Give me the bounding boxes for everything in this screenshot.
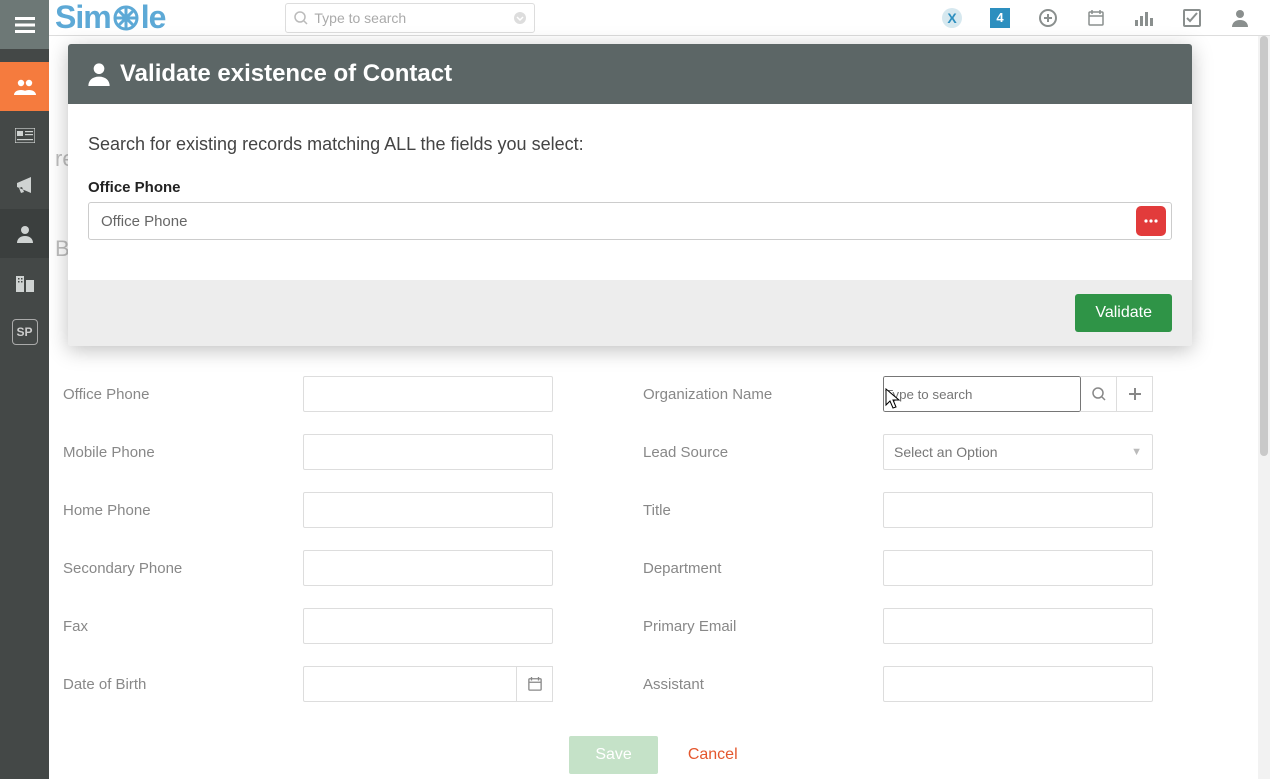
label-office-phone: Office Phone [63,386,303,403]
input-mobile-phone[interactable] [303,434,553,470]
label-fax: Fax [63,618,303,635]
notification-badge[interactable]: 4 [990,8,1010,28]
input-home-phone[interactable] [303,492,553,528]
search-icon [294,11,308,25]
chart-icon[interactable] [1134,8,1154,28]
select-lead-source-value: Select an Option [894,444,998,460]
sidebar-item-buildings[interactable] [0,258,49,307]
label-lead-source: Lead Source [643,444,883,461]
top-header: Simple Sim le X 4 [49,0,1270,36]
input-secondary-phone[interactable] [303,550,553,586]
person-icon [88,62,110,86]
input-assistant[interactable] [883,666,1153,702]
save-button[interactable]: Save [569,736,657,774]
sidebar-item-id-card[interactable] [0,111,49,160]
label-home-phone: Home Phone [63,502,303,519]
label-title: Title [643,502,883,519]
add-icon[interactable] [1038,8,1058,28]
label-mobile-phone: Mobile Phone [63,444,303,461]
input-primary-email[interactable] [883,608,1153,644]
label-secondary-phone: Secondary Phone [63,560,303,577]
checkbox-icon[interactable] [1182,8,1202,28]
calendar-icon[interactable] [1086,8,1106,28]
hamburger-menu[interactable] [0,0,49,49]
label-dob: Date of Birth [63,676,303,693]
select-lead-source[interactable]: Select an Option ▼ [883,434,1153,470]
modal-header: Validate existence of Contact [68,44,1192,104]
modal-field-label: Office Phone [88,179,1172,196]
brand-logo: Simple Sim le [55,0,165,36]
sidebar-item-user[interactable] [0,209,49,258]
dob-calendar-button[interactable] [517,666,553,702]
input-organization[interactable] [883,376,1081,412]
org-search-button[interactable] [1081,376,1117,412]
input-dob[interactable] [303,666,517,702]
header-search-input[interactable] [314,10,514,26]
label-department: Department [643,560,883,577]
sidebar-item-sp[interactable]: SP [0,307,49,356]
header-icons: X 4 [942,8,1250,28]
modal-field-input[interactable] [88,202,1172,240]
left-sidebar: SP [0,0,49,779]
chevron-down-icon: ▼ [1131,446,1142,458]
organization-lookup [883,376,1153,412]
sp-badge: SP [12,319,38,345]
modal-body: Search for existing records matching ALL… [68,104,1192,280]
input-office-phone[interactable] [303,376,553,412]
scroll-thumb[interactable] [1260,36,1268,456]
validate-contact-modal: Validate existence of Contact Search for… [68,44,1192,346]
field-options-button[interactable] [1136,206,1166,236]
input-fax[interactable] [303,608,553,644]
label-organization: Organization Name [643,386,883,403]
label-assistant: Assistant [643,676,883,693]
org-add-button[interactable] [1117,376,1153,412]
cancel-button[interactable]: Cancel [688,746,738,764]
validate-button[interactable]: Validate [1075,294,1172,332]
form-actions: Save Cancel [49,731,1258,779]
modal-footer: Validate [68,280,1192,346]
chevron-down-icon[interactable] [514,12,526,24]
sidebar-item-contacts[interactable] [0,62,49,111]
user-profile-icon[interactable] [1230,8,1250,28]
modal-title: Validate existence of Contact [120,60,452,88]
label-primary-email: Primary Email [643,618,883,635]
header-search[interactable] [285,3,535,33]
input-department[interactable] [883,550,1153,586]
modal-instruction: Search for existing records matching ALL… [88,134,1172,155]
input-title[interactable] [883,492,1153,528]
sidebar-item-campaigns[interactable] [0,160,49,209]
xing-icon[interactable]: X [942,8,962,28]
